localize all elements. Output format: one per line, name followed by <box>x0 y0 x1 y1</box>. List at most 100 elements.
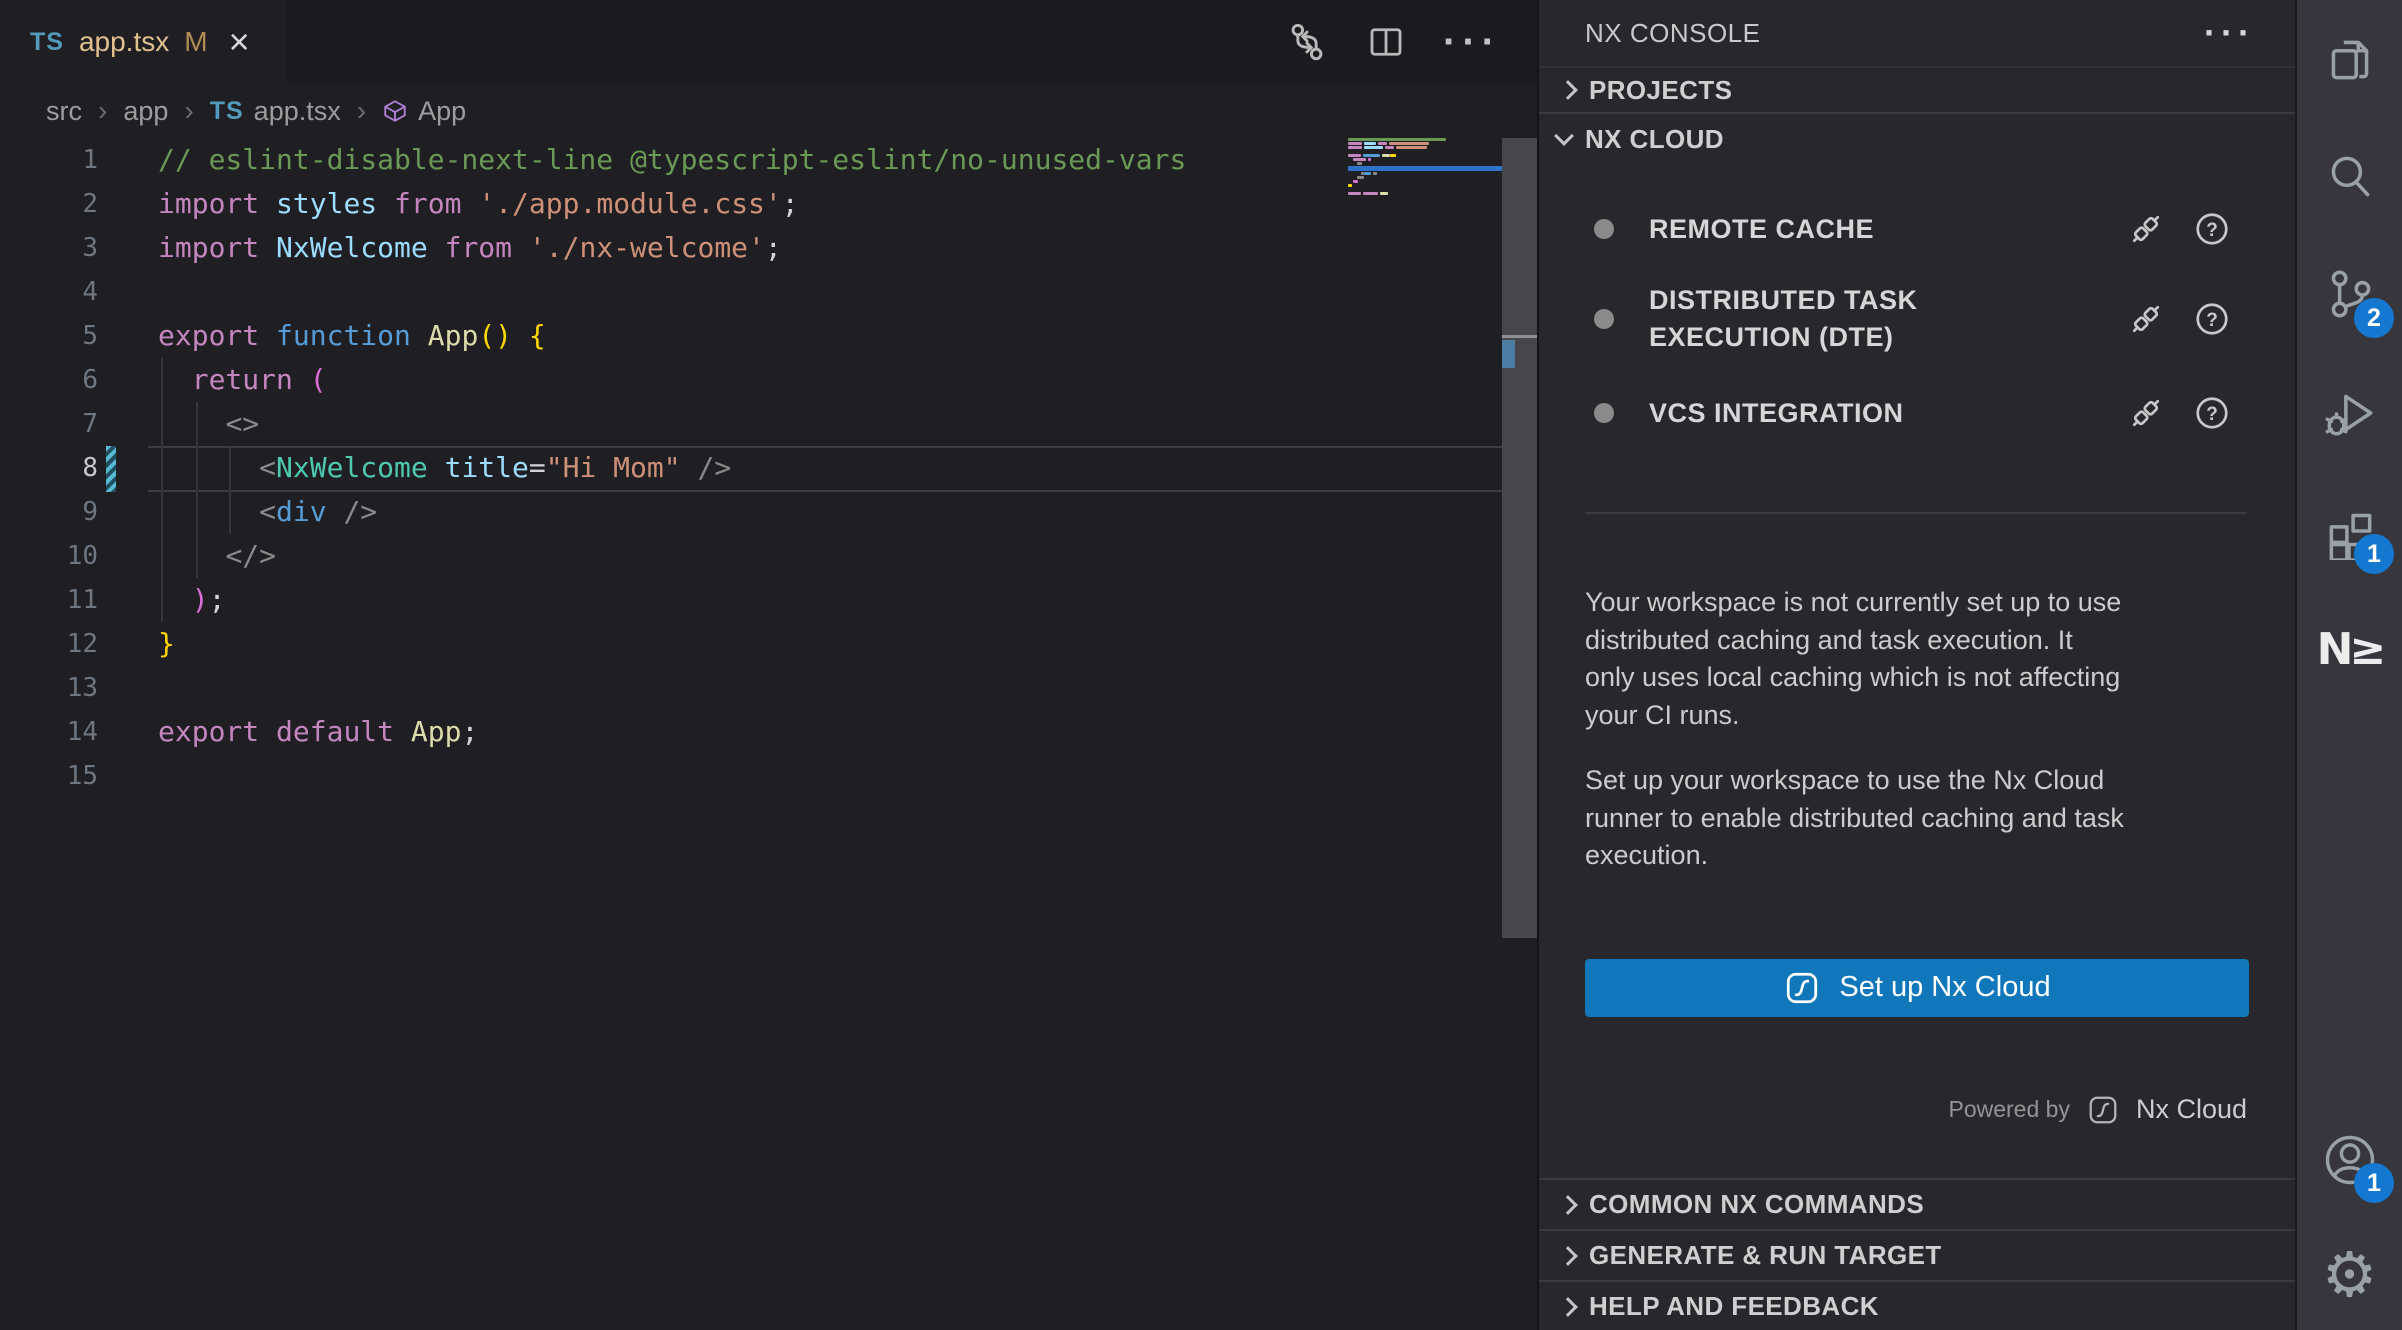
breadcrumb-symbol-app[interactable]: App <box>382 96 466 127</box>
chevron-down-icon <box>1554 126 1574 146</box>
nx-console-panel: NX CONSOLE ··· PROJECTS NX CLOUD REMOTE … <box>1537 0 2295 1330</box>
nx-cloud-item-vcs[interactable]: VCS INTEGRATION ? <box>1539 378 2295 448</box>
breadcrumb-file[interactable]: TS app.tsx <box>210 96 341 127</box>
minimap-row <box>1348 158 1502 161</box>
line-number: 6 <box>0 358 98 402</box>
overview-ruler-modified-marker <box>1502 340 1515 368</box>
nx-cloud-item-remote-cache[interactable]: REMOTE CACHE ? <box>1539 194 2295 264</box>
line-number: 4 <box>0 270 98 314</box>
breadcrumb-symbol-label: App <box>418 96 466 127</box>
source-control-icon[interactable]: 2 <box>2297 236 2402 354</box>
settings-gear-icon[interactable]: ⚙ <box>2297 1219 2402 1330</box>
minimap-row <box>1348 150 1502 153</box>
breadcrumb-app[interactable]: app <box>123 96 168 127</box>
minimap-row <box>1348 142 1502 145</box>
code-line[interactable]: <NxWelcome title="Hi Mom" /> <box>158 446 731 490</box>
tab-app-tsx[interactable]: TS app.tsx M × <box>0 0 286 84</box>
svg-text:?: ? <box>2206 220 2218 241</box>
code-line[interactable]: <div /> <box>158 490 377 534</box>
section-generate-run-target[interactable]: GENERATE & RUN TARGET <box>1539 1229 2295 1280</box>
code-line[interactable]: export default App; <box>158 710 478 754</box>
line-number: 15 <box>0 754 98 798</box>
panel-bottom-sections: COMMON NX COMMANDS GENERATE & RUN TARGET… <box>1539 1178 2295 1330</box>
editor-line: 14export default App; <box>0 710 1537 754</box>
editor-line: 7 <> <box>0 402 1537 446</box>
svg-text:?: ? <box>2206 310 2218 331</box>
line-number: 2 <box>0 182 98 226</box>
nx-cloud-icon <box>1783 969 1821 1007</box>
minimap[interactable] <box>1348 138 1502 200</box>
editor-line: 15 <box>0 754 1537 798</box>
setup-prompt-text: Set up your workspace to use the Nx Clou… <box>1585 762 2235 875</box>
code-line[interactable]: export function App() { <box>158 314 546 358</box>
help-question-icon[interactable]: ? <box>2193 210 2231 248</box>
setup-nx-cloud-button[interactable]: Set up Nx Cloud <box>1585 959 2249 1017</box>
line-number: 8 <box>0 446 98 490</box>
editor-more-actions-icon[interactable]: ··· <box>1443 32 1501 52</box>
editor-line: 13 <box>0 666 1537 710</box>
help-question-icon[interactable]: ? <box>2193 394 2231 432</box>
code-line[interactable]: return ( <box>158 358 327 402</box>
indent-guide <box>196 402 198 578</box>
section-help-and-feedback[interactable]: HELP AND FEEDBACK <box>1539 1280 2295 1330</box>
section-nx-cloud[interactable]: NX CLOUD <box>1539 112 2295 164</box>
connect-plug-icon[interactable] <box>2127 210 2165 248</box>
code-line[interactable]: // eslint-disable-next-line @typescript-… <box>158 138 1186 182</box>
editor-line: 12} <box>0 622 1537 666</box>
code-line[interactable]: ); <box>158 578 225 622</box>
minimap-current-line <box>1348 166 1502 171</box>
vscode-window: TS app.tsx M × ··· <box>0 0 2402 1330</box>
minimap-row <box>1348 184 1502 187</box>
tab-bar: TS app.tsx M × ··· <box>0 0 1537 84</box>
extensions-icon[interactable]: 1 <box>2297 472 2402 590</box>
status-dot <box>1594 309 1614 329</box>
open-changes-icon[interactable] <box>1285 20 1329 64</box>
search-icon[interactable] <box>2297 118 2402 236</box>
close-tab-icon[interactable]: × <box>229 24 250 60</box>
editor-line: 4 <box>0 270 1537 314</box>
split-editor-icon[interactable] <box>1365 21 1407 63</box>
svg-text:?: ? <box>2206 404 2218 425</box>
line-number: 1 <box>0 138 98 182</box>
nx-cloud-icon <box>2086 1093 2120 1127</box>
breadcrumb: src › app › TS app.tsx › App <box>0 84 1537 138</box>
code-line[interactable]: import NxWelcome from './nx-welcome'; <box>158 226 782 270</box>
minimap-row <box>1348 176 1502 179</box>
breadcrumb-separator: › <box>182 95 195 127</box>
tab-file-name: app.tsx <box>79 26 169 58</box>
run-debug-icon[interactable] <box>2297 354 2402 472</box>
nx-cloud-item-dte[interactable]: DISTRIBUTED TASK EXECUTION (DTE) ? <box>1539 274 2295 364</box>
help-question-icon[interactable]: ? <box>2193 300 2231 338</box>
connect-plug-icon[interactable] <box>2127 394 2165 432</box>
item-label: REMOTE CACHE <box>1649 211 1874 248</box>
minimap-row <box>1348 154 1502 157</box>
line-number: 11 <box>0 578 98 622</box>
explorer-icon[interactable] <box>2297 0 2402 118</box>
item-label: VCS INTEGRATION <box>1649 395 1904 432</box>
code-line[interactable]: import styles from './app.module.css'; <box>158 182 799 226</box>
activity-bar: 2 1 N≥ 1 ⚙ <box>2295 0 2402 1330</box>
breadcrumb-src[interactable]: src <box>46 96 82 127</box>
nx-console-icon[interactable]: N≥ <box>2297 590 2402 708</box>
code-editor[interactable]: 1 // eslint-disable-next-line @typescript… <box>0 138 1537 1330</box>
code-line[interactable]: } <box>158 622 175 666</box>
editor-scrollbar[interactable] <box>1502 138 1537 938</box>
section-label: COMMON NX COMMANDS <box>1589 1189 1924 1220</box>
divider <box>1585 512 2247 514</box>
line-number: 5 <box>0 314 98 358</box>
typescript-file-icon: TS <box>210 97 244 126</box>
accounts-icon[interactable]: 1 <box>2297 1101 2402 1219</box>
code-line[interactable]: <> <box>158 402 259 446</box>
powered-by-label: Powered by <box>1948 1096 2069 1123</box>
line-number: 9 <box>0 490 98 534</box>
code-line[interactable]: </> <box>158 534 276 578</box>
workspace-status-text: Your workspace is not currently set up t… <box>1585 584 2235 734</box>
minimap-row <box>1348 146 1502 149</box>
section-common-nx-commands[interactable]: COMMON NX COMMANDS <box>1539 1178 2295 1229</box>
panel-more-actions-icon[interactable]: ··· <box>2204 26 2255 40</box>
connect-plug-icon[interactable] <box>2127 300 2165 338</box>
section-label: GENERATE & RUN TARGET <box>1589 1240 1942 1271</box>
section-projects[interactable]: PROJECTS <box>1539 66 2295 112</box>
modified-line-gutter-marker <box>106 446 116 492</box>
editor-toolbar: ··· <box>1285 0 1501 84</box>
